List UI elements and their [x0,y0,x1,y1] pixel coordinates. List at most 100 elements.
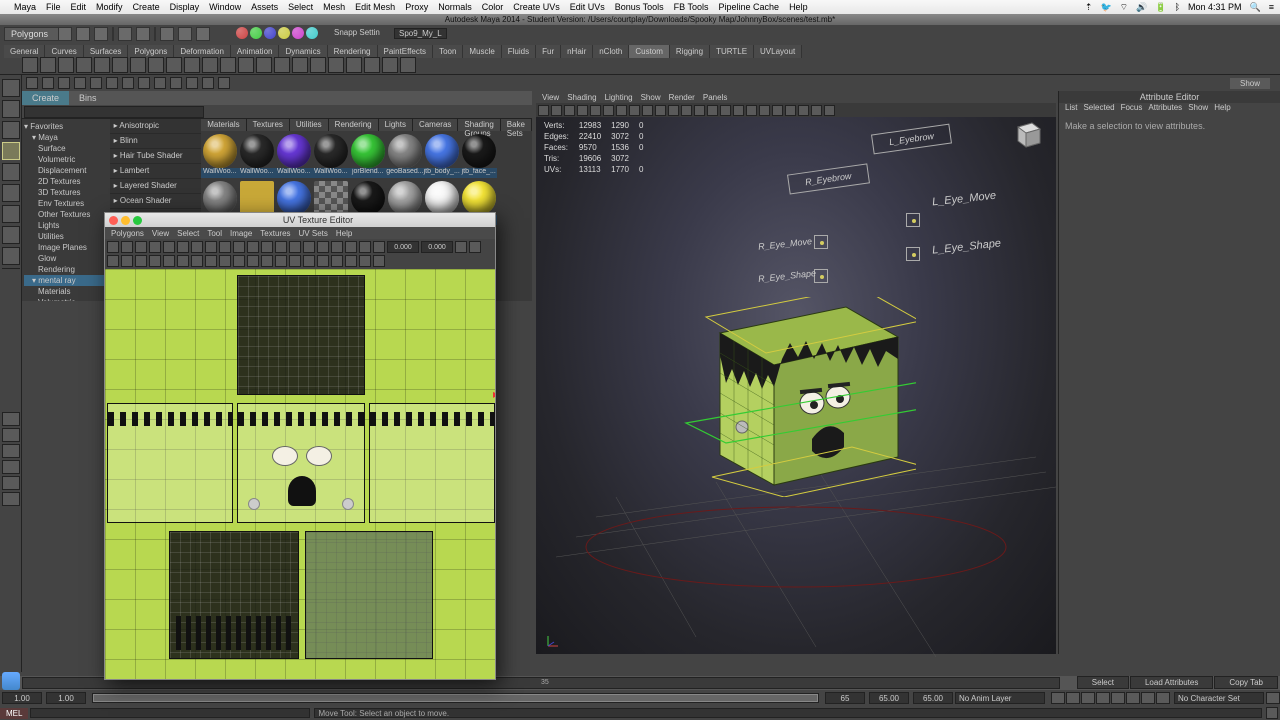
command-input[interactable] [30,708,310,718]
snap-view-icon[interactable] [306,27,318,39]
menu-file[interactable]: File [46,2,61,12]
select-mode-icon[interactable] [160,27,174,41]
battery-icon[interactable]: 🔋 [1155,2,1166,13]
select-tool[interactable] [2,79,20,97]
uv-tool-button[interactable] [275,241,287,253]
statusline-button[interactable] [138,77,150,89]
tree-item[interactable]: 2D Textures [24,176,108,187]
ae-menu-selected[interactable]: Selected [1083,103,1114,115]
uv-tool-button[interactable] [163,255,175,267]
material-swatch[interactable]: WallWoo... [201,131,238,178]
shelf-tab-ncloth[interactable]: nCloth [593,45,629,58]
auto-key-toggle[interactable] [1266,692,1280,704]
layout-two-stacked[interactable] [2,460,20,474]
fast-forward-button[interactable] [1156,692,1170,704]
shelf-button[interactable] [202,57,218,73]
vp-menu-render[interactable]: Render [669,93,695,102]
vp-icon[interactable] [811,105,822,116]
vp-icon[interactable] [629,105,640,116]
uv-menu-polygons[interactable]: Polygons [111,229,144,238]
uv-tool-button[interactable] [163,241,175,253]
uv-tool-button[interactable] [275,255,287,267]
hs-tab-lights[interactable]: Lights [379,119,413,131]
vp-icon[interactable] [577,105,588,116]
range-end-outer[interactable]: 65.00 [869,692,909,704]
shelf-button[interactable] [310,57,326,73]
uv-tool-button[interactable] [149,255,161,267]
paint-select-tool[interactable] [2,121,20,139]
shelf-button[interactable] [148,57,164,73]
range-track[interactable] [92,693,819,703]
close-icon[interactable] [109,216,118,225]
snap-point-icon[interactable] [264,27,276,39]
menu-edituvs[interactable]: Edit UVs [570,2,605,12]
statusline-button[interactable] [74,77,86,89]
uv-tool-button[interactable] [107,255,119,267]
redo-icon[interactable] [136,27,150,41]
snap-curve-icon[interactable] [250,27,262,39]
bluetooth-icon[interactable]: ᛒ [1175,2,1180,12]
vp-icon[interactable] [798,105,809,116]
uv-tool-button[interactable] [345,255,357,267]
menu-createuvs[interactable]: Create UVs [513,2,560,12]
shelf-button[interactable] [400,57,416,73]
anim-layer-selector[interactable]: No Anim Layer [955,692,1045,704]
lasso-tool[interactable] [2,100,20,118]
shelf-button[interactable] [94,57,110,73]
category-item[interactable]: ▸ Lambert [110,164,202,179]
ae-menu-focus[interactable]: Focus [1121,103,1143,115]
create-tab[interactable]: Create [22,91,69,105]
tree-item[interactable]: Other Textures [24,209,108,220]
range-end-outer2[interactable]: 65.00 [913,692,953,704]
universal-manipulator-tool[interactable] [2,205,20,223]
vp-menu-view[interactable]: View [542,93,559,102]
shelf-tab-nhair[interactable]: nHair [561,45,593,58]
show-manipulator-tool[interactable] [2,247,20,265]
menu-select[interactable]: Select [288,2,313,12]
shelf-tab-toon[interactable]: Toon [433,45,463,58]
shelf-button[interactable] [292,57,308,73]
uv-tool-button[interactable] [373,255,385,267]
tree-item[interactable]: Rendering [24,264,108,275]
uv-tool-button[interactable] [469,241,481,253]
range-end-inner[interactable]: 65 [825,692,865,704]
snap-live-icon[interactable] [292,27,304,39]
category-item[interactable]: ▸ Blinn [110,134,202,149]
vp-icon[interactable] [720,105,731,116]
shelf-button[interactable] [346,57,362,73]
shelf-tab-fur[interactable]: Fur [536,45,561,58]
shelf-button[interactable] [22,57,38,73]
shelf-button[interactable] [382,57,398,73]
cmd-language-label[interactable]: MEL [0,708,28,719]
menu-mesh[interactable]: Mesh [323,2,345,12]
twitter-icon[interactable]: 🐦 [1100,2,1111,13]
statusline-button[interactable] [218,77,230,89]
vp-icon[interactable] [733,105,744,116]
ae-load-tab[interactable]: Load Attributes [1130,676,1213,689]
shelf-tab-muscle[interactable]: Muscle [463,45,501,58]
shelf-button[interactable] [184,57,200,73]
material-swatch[interactable]: jorBlend... [349,131,386,178]
uv-shell-side1[interactable] [107,403,233,523]
character-set-selector[interactable]: No Character Set [1174,692,1264,704]
tree-item[interactable]: Volumetric [24,154,108,165]
statusline-button[interactable] [154,77,166,89]
tree-item[interactable]: Utilities [24,231,108,242]
dropbox-icon[interactable]: ⇡ [1085,2,1093,13]
tree-item[interactable]: ▾ mental ray [24,275,108,286]
menu-bonustools[interactable]: Bonus Tools [615,2,664,12]
uv-tool-button[interactable] [303,241,315,253]
vp-icon[interactable] [772,105,783,116]
vp-icon[interactable] [564,105,575,116]
menu-maya[interactable]: Maya [14,2,36,12]
uv-menu-view[interactable]: View [152,229,169,238]
uv-menu-select[interactable]: Select [177,229,199,238]
ae-menu-attributes[interactable]: Attributes [1148,103,1182,115]
uv-tool-button[interactable] [135,241,147,253]
menu-assets[interactable]: Assets [251,2,278,12]
vp-icon[interactable] [785,105,796,116]
uv-tool-button[interactable] [177,241,189,253]
tree-item[interactable]: ▾ Favorites [24,121,108,132]
scale-tool[interactable] [2,184,20,202]
shelf-button[interactable] [112,57,128,73]
